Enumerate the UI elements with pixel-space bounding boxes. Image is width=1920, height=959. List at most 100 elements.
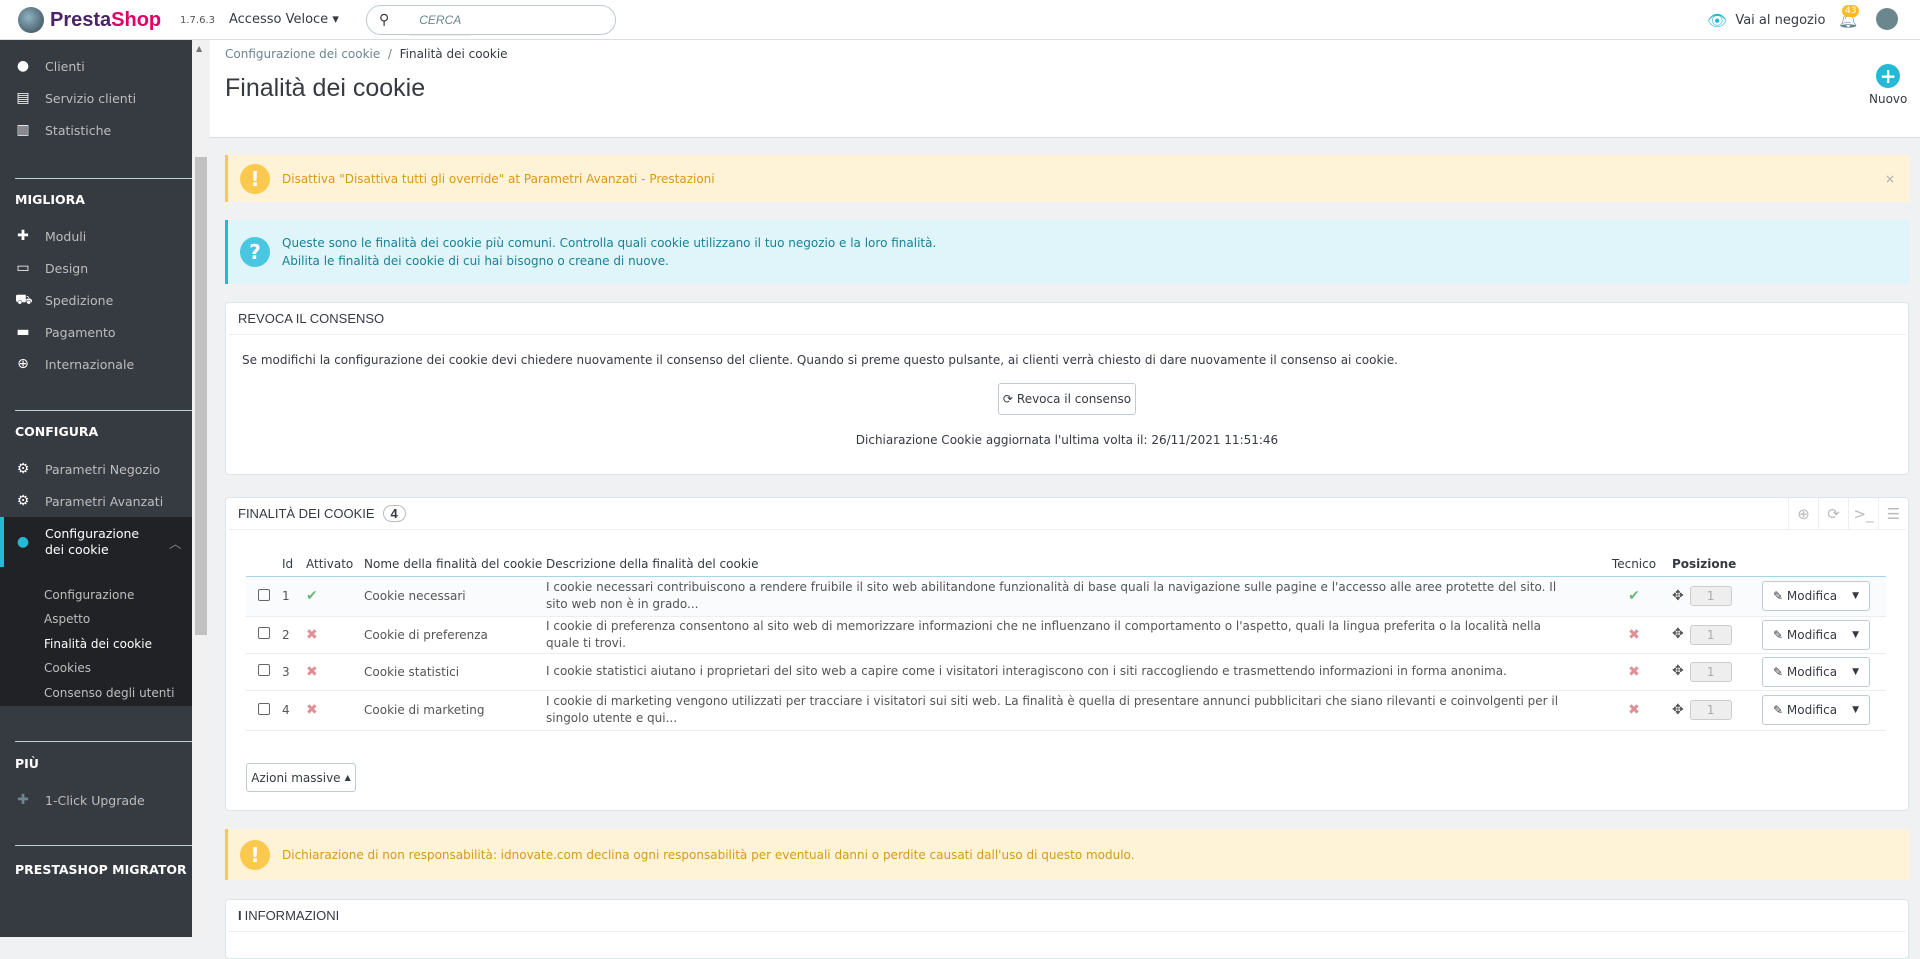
edit-button[interactable]: ✎ Modifica ▼ (1762, 695, 1870, 725)
cross-icon[interactable]: ✖ (306, 627, 318, 643)
revoke-consent-panel: REVOCA IL CONSENSO Se modifichi la confi… (225, 302, 1909, 475)
section-prestashop-migrator: PRESTASHOP MIGRATOR (15, 862, 187, 877)
sidebar-item-pagamento[interactable]: ▬ Pagamento (0, 324, 192, 340)
section-piu: PIÙ (15, 756, 39, 771)
divider (15, 178, 192, 179)
version: 1.7.6.3 (180, 15, 215, 26)
sidebar-item-internazionale[interactable]: ⊕ Internazionale (0, 356, 192, 372)
col-active[interactable]: Attivato (306, 552, 364, 577)
divider (15, 410, 192, 411)
exclamation-icon: ! (240, 163, 270, 194)
user-icon: ● (16, 58, 30, 74)
divider (15, 741, 192, 742)
caret-down-icon[interactable]: ▼ (1852, 705, 1859, 715)
monitor-icon: ▭ (16, 260, 30, 276)
sidebar-subitem-configurazione[interactable]: Configurazione (44, 588, 134, 602)
cross-icon[interactable]: ✖ (306, 702, 318, 718)
col-position[interactable]: Posizione (1672, 552, 1762, 577)
info-icon: i (238, 908, 242, 923)
database-icon[interactable]: ☰ (1878, 498, 1908, 530)
revoke-consent-button[interactable]: ⟳ Revoca il consenso (998, 383, 1136, 415)
pencil-icon: ✎ (1773, 589, 1784, 603)
col-technical[interactable]: Tecnico (1596, 552, 1672, 577)
logo-icon (18, 7, 44, 33)
caret-down-icon[interactable]: ▼ (1852, 591, 1859, 601)
sidebar-item-design[interactable]: ▭ Design (0, 260, 192, 276)
caret-down-icon[interactable]: ▼ (1852, 667, 1859, 677)
col-id[interactable]: Id (282, 552, 306, 577)
info-panel: i INFORMAZIONI (225, 899, 1909, 959)
sidebar-subitem-aspetto[interactable]: Aspetto (44, 612, 90, 626)
view-shop-link[interactable]: 👁 Vai al negozio (1707, 11, 1825, 30)
check-icon: ✔ (1628, 588, 1640, 604)
drag-move-icon[interactable]: ✥ (1672, 626, 1684, 642)
sidebar-item-configurazione-cookie[interactable]: ● Configurazione dei cookie ︿ (0, 526, 192, 558)
row-id: 1 (282, 576, 306, 617)
sidebar-item-servizio-clienti[interactable]: ▤ Servizio clienti (0, 90, 192, 106)
plus-circle-icon: + (1876, 64, 1901, 88)
sql-terminal-icon[interactable]: >_ (1848, 498, 1878, 530)
cross-icon[interactable]: ✖ (306, 664, 318, 680)
table-row[interactable]: 2 ✖ Cookie di preferenza I cookie di pre… (246, 616, 1886, 654)
close-icon[interactable]: × (1885, 172, 1895, 186)
breadcrumb-current: Finalità dei cookie (399, 47, 508, 61)
puzzle-icon: ✚ (17, 792, 29, 808)
table-row[interactable]: 1 ✔ Cookie necessari I cookie necessari … (246, 576, 1886, 617)
sidebar-item-statistiche[interactable]: ▥ Statistiche (0, 122, 192, 138)
disclaimer-alert: ! Dichiarazione di non responsabilità: id… (225, 829, 1909, 880)
edit-button[interactable]: ✎ Modifica ▼ (1762, 619, 1870, 650)
row-description: I cookie di marketing vengono utilizzati… (546, 690, 1596, 731)
cookie-purposes-panel: FINALITÀ DEI COOKIE 4 ⊕ ⟳ >_ ☰ Id Attivato N… (225, 497, 1909, 811)
bulk-actions-button[interactable]: Azioni massive ▲ (246, 763, 356, 792)
drag-move-icon[interactable]: ✥ (1672, 663, 1684, 679)
col-description[interactable]: Descrizione della finalità del cookie (546, 552, 1596, 577)
sidebar: ● Clienti ▤ Servizio clienti ▥ Statistiche … (0, 40, 192, 937)
table-row[interactable]: 4 ✖ Cookie di marketing I cookie di mark… (246, 690, 1886, 731)
search-icon: ⚲ (379, 12, 390, 28)
refresh-icon[interactable]: ⟳ (1818, 498, 1848, 530)
page-title: Finalità dei cookie (225, 74, 426, 102)
caret-down-icon: ▾ (332, 12, 339, 27)
table-row[interactable]: 3 ✖ Cookie statistici I cookie statistic… (246, 653, 1886, 691)
drag-move-icon[interactable]: ✥ (1672, 588, 1684, 604)
caret-up-icon: ▲ (344, 773, 351, 782)
row-checkbox[interactable] (258, 664, 270, 676)
row-checkbox[interactable] (258, 627, 270, 639)
revoke-text: Se modifichi la configurazione dei cooki… (242, 353, 1398, 367)
row-description: I cookie di preferenza consentono al sit… (546, 616, 1596, 654)
scroll-up-arrow-icon[interactable]: ▲ (196, 44, 202, 53)
info-alert: ? Queste sono le finalità dei cookie più … (225, 220, 1909, 284)
col-name[interactable]: Nome della finalità del cookie (364, 552, 546, 577)
breadcrumb-parent[interactable]: Configurazione dei cookie (225, 47, 380, 61)
drag-move-icon[interactable]: ✥ (1672, 702, 1684, 718)
breadcrumb: Configurazione dei cookie / Finalità dei… (225, 47, 508, 61)
caret-down-icon[interactable]: ▼ (1852, 630, 1859, 640)
row-checkbox[interactable] (258, 588, 270, 601)
refresh-icon: ⟳ (1002, 392, 1013, 406)
sidebar-subitem-cookies[interactable]: Cookies (44, 661, 91, 675)
edit-button[interactable]: ✎ Modifica ▼ (1762, 656, 1870, 687)
sidebar-item-parametri-negozio[interactable]: ⚙ Parametri Negozio (0, 461, 192, 477)
check-icon[interactable]: ✔ (306, 588, 318, 604)
pencil-icon: ✎ (1773, 664, 1784, 679)
sidebar-item-moduli[interactable]: ✚ Moduli (0, 228, 192, 244)
sidebar-subitem-finalita[interactable]: Finalità dei cookie (44, 637, 152, 651)
warning-alert: ! Disattiva "Disattiva tutti gli override… (225, 155, 1909, 202)
row-checkbox[interactable] (258, 702, 270, 715)
gear-icon: ⚙ (16, 461, 30, 477)
sidebar-item-1-click-upgrade[interactable]: ✚ 1-Click Upgrade (0, 792, 192, 808)
sidebar-scrollbar-thumb[interactable] (195, 157, 207, 635)
add-icon[interactable]: ⊕ (1788, 498, 1818, 530)
sidebar-item-parametri-avanzati[interactable]: ⚙ Parametri Avanzati (0, 493, 192, 509)
sidebar-item-spedizione[interactable]: ⛟ Spedizione (0, 292, 192, 308)
edit-button[interactable]: ✎ Modifica ▼ (1762, 581, 1870, 611)
user-avatar-icon[interactable] (1876, 8, 1898, 30)
sidebar-subitem-consenso[interactable]: Consenso degli utenti (44, 686, 174, 700)
sidebar-item-clienti[interactable]: ● Clienti (0, 58, 192, 74)
top-bar: PrestaShop 1.7.6.3 Accesso Veloce ▾ ⚲ Cer… (0, 0, 1920, 40)
new-button[interactable]: + Nuovo (1869, 64, 1907, 106)
prestashop-logo[interactable]: PrestaShop (18, 7, 161, 33)
search-input[interactable]: ⚲ Cerca (366, 5, 616, 36)
quick-access-dropdown[interactable]: Accesso Veloce ▾ (229, 12, 339, 27)
row-name: Cookie di marketing (364, 690, 546, 731)
